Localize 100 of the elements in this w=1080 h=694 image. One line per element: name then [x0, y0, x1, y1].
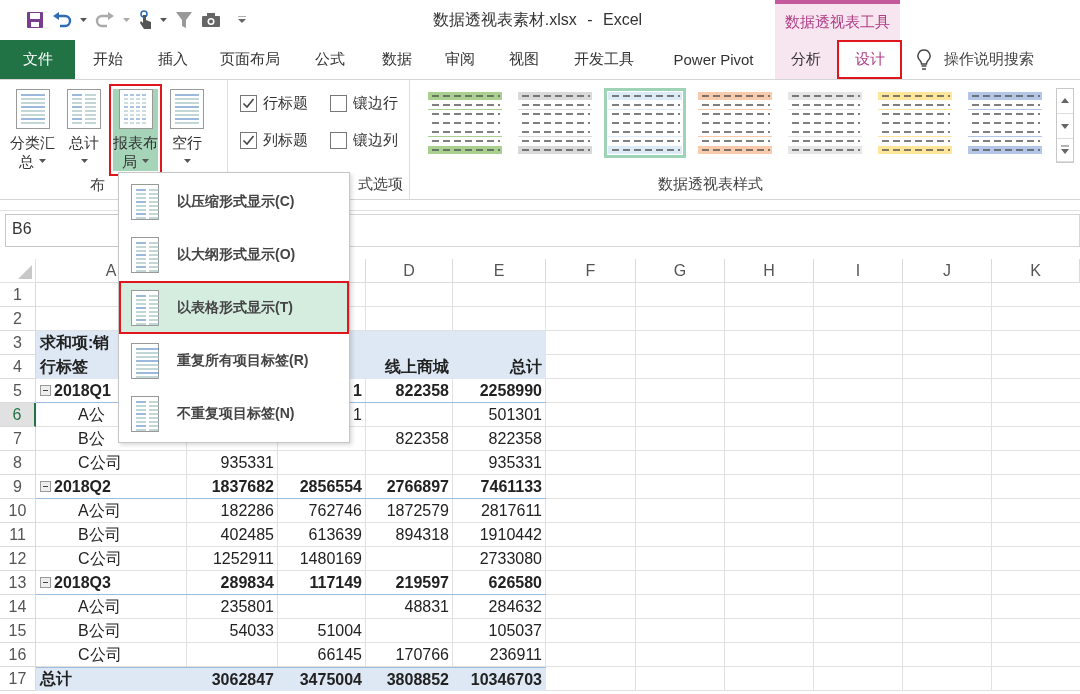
table-cell: 1 — [353, 381, 362, 400]
checkbox-label[interactable]: 镶边行 — [352, 94, 398, 113]
caret-icon — [38, 159, 46, 163]
row-label: 行标签 — [40, 356, 88, 377]
ribbon-tab[interactable]: 数据 — [365, 40, 428, 79]
row-label: A公 — [78, 404, 105, 425]
checkbox[interactable] — [329, 132, 347, 149]
collapse-icon[interactable] — [40, 577, 51, 588]
menu-item[interactable]: 以表格形式显示(T) — [119, 281, 349, 334]
table-cell: 51004 — [317, 622, 362, 640]
row-header[interactable]: 6 — [0, 403, 36, 427]
tell-me-search[interactable]: 操作说明搜索 — [944, 50, 1034, 69]
table-cell: 117149 — [309, 573, 362, 592]
table-cell: 54033 — [229, 622, 274, 640]
row-header[interactable]: 15 — [0, 619, 36, 643]
row-label: C公司 — [78, 548, 122, 569]
table-cell: 822358 — [395, 381, 449, 400]
save-icon[interactable] — [26, 11, 44, 29]
group-label: 布 — [89, 176, 106, 195]
row-header[interactable]: 1 — [0, 283, 36, 307]
row-header[interactable]: 12 — [0, 547, 36, 571]
menu-item[interactable]: 重复所有项目标签(R) — [119, 334, 349, 387]
table-cell: 2766897 — [386, 477, 449, 496]
layout-icon — [131, 236, 159, 273]
table-cell: 1837682 — [211, 477, 274, 496]
row-header[interactable]: 3 — [0, 331, 36, 355]
ribbon-tab[interactable]: 公式 — [295, 40, 365, 79]
row-label: 2018Q2 — [54, 477, 111, 496]
camera-icon[interactable] — [201, 12, 221, 28]
table-cell: 2856554 — [299, 477, 362, 496]
column-header[interactable]: J — [903, 259, 992, 283]
column-header[interactable]: D — [366, 259, 453, 283]
window-title: 数据透视表素材.xlsx - Excel — [431, 9, 644, 30]
checkbox-label[interactable]: 行标题 — [263, 94, 308, 113]
row-header[interactable]: 10 — [0, 499, 36, 523]
row-label: A公司 — [78, 500, 121, 521]
column-header[interactable]: H — [725, 259, 814, 283]
ribbon-tab[interactable]: 页面布局 — [205, 40, 295, 79]
table-cell: 822358 — [488, 430, 542, 448]
filter-icon[interactable] — [175, 11, 193, 29]
table-cell: 2733080 — [479, 550, 542, 568]
row-header[interactable]: 9 — [0, 475, 36, 499]
table-cell: 236911 — [489, 646, 542, 664]
context-tab-label: 数据透视表工具 — [775, 0, 900, 40]
table-cell: 182286 — [220, 502, 274, 520]
row-label: 2018Q1 — [54, 381, 111, 400]
layout-button[interactable]: 分类汇 总 — [6, 84, 59, 176]
layout-button[interactable]: 报表布 局 — [109, 84, 162, 176]
column-header[interactable]: E — [453, 259, 546, 283]
caret-icon — [183, 159, 191, 163]
ribbon-tab[interactable]: 开始 — [75, 40, 140, 79]
table-cell: 10346703 — [470, 670, 542, 689]
table-cell: 219597 — [395, 573, 449, 592]
ribbon-tab[interactable]: 插入 — [140, 40, 205, 79]
ribbon-tab[interactable]: 视图 — [492, 40, 556, 79]
table-cell-text: 总计 — [510, 356, 542, 377]
checkbox-label[interactable]: 列标题 — [263, 131, 308, 150]
row-header[interactable]: 4 — [0, 355, 36, 379]
layout-icon — [131, 183, 159, 220]
collapse-icon[interactable] — [40, 385, 51, 396]
checkbox-label[interactable]: 镶边列 — [352, 131, 398, 150]
ribbon-tab[interactable]: 分析 — [775, 40, 837, 79]
ribbon-tab[interactable]: 审阅 — [428, 40, 492, 79]
ribbon-tab[interactable]: 开发工具 — [556, 40, 652, 79]
row-header[interactable]: 14 — [0, 595, 36, 619]
menu-item[interactable]: 不重复项目标签(N) — [119, 387, 349, 440]
row-header[interactable]: 13 — [0, 571, 36, 595]
customize-icon[interactable] — [237, 16, 247, 24]
layout-button[interactable]: 总计 — [61, 84, 107, 176]
row-header[interactable]: 5 — [0, 379, 36, 403]
column-header[interactable]: K — [992, 259, 1080, 283]
checkbox[interactable] — [240, 132, 257, 149]
pivot-style-thumbnail[interactable] — [604, 88, 686, 158]
layout-icon — [131, 395, 159, 432]
table-cell: 762746 — [308, 502, 362, 520]
row-label: B公司 — [78, 524, 121, 545]
checkbox[interactable] — [329, 95, 347, 112]
ribbon-tab[interactable]: Power Pivot — [652, 40, 775, 79]
row-header[interactable]: 16 — [0, 643, 36, 667]
undo-icon[interactable] — [52, 11, 72, 29]
row-header[interactable]: 7 — [0, 427, 36, 451]
column-header[interactable]: F — [546, 259, 636, 283]
group-label: 式选项 — [357, 175, 404, 194]
ribbon-tab[interactable]: 设计 — [837, 40, 902, 79]
row-header[interactable]: 11 — [0, 523, 36, 547]
row-header[interactable]: 2 — [0, 307, 36, 331]
collapse-icon[interactable] — [40, 481, 51, 492]
checkbox[interactable] — [240, 95, 257, 112]
column-header[interactable]: I — [814, 259, 903, 283]
row-header[interactable]: 8 — [0, 451, 36, 475]
table-cell: 7461133 — [480, 477, 542, 496]
group-label: 数据透视表样式 — [656, 175, 764, 194]
lightbulb-icon[interactable] — [916, 48, 932, 71]
hand-pointer-icon[interactable] — [138, 10, 152, 30]
ribbon-tab[interactable]: 文件 — [0, 40, 75, 79]
row-header[interactable]: 17 — [0, 667, 36, 691]
table-cell: 2258990 — [479, 381, 542, 400]
table-cell: 105037 — [488, 622, 542, 640]
caret-icon — [80, 18, 87, 22]
column-header[interactable]: G — [636, 259, 725, 283]
